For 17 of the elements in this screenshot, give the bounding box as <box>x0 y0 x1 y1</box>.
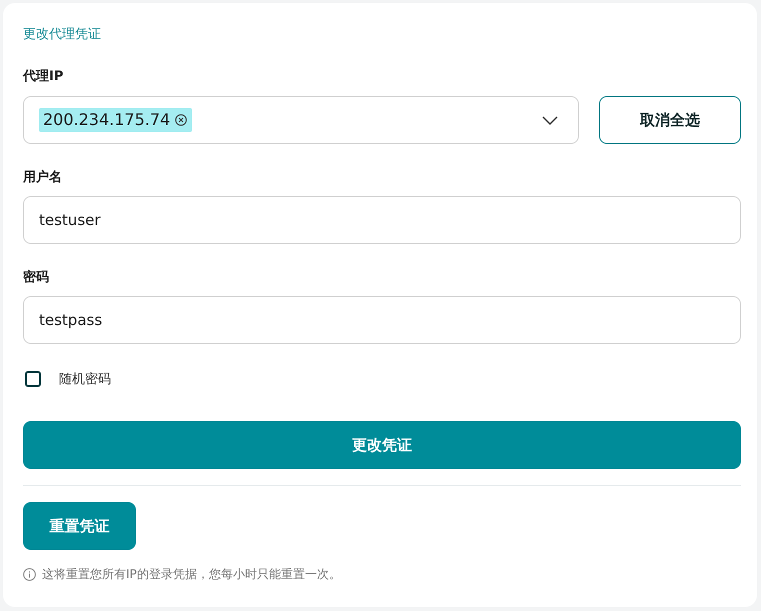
field-label: 密码 <box>23 269 49 287</box>
reset-credentials-button[interactable]: 重置凭证 <box>23 502 136 550</box>
checkbox-label[interactable]: 随机密码 <box>59 370 111 388</box>
proxy-ip-select[interactable]: 200.234.175.74 <box>23 96 579 144</box>
ip-tag[interactable]: 200.234.175.74 <box>39 108 192 132</box>
field-label: 代理IP <box>23 68 64 86</box>
checkbox[interactable] <box>25 371 41 387</box>
section-title: 更改代理凭证 <box>23 26 101 44</box>
remove-icon[interactable] <box>175 114 188 126</box>
password-field[interactable]: testpass <box>23 296 741 344</box>
deselect-all-button[interactable]: 取消全选 <box>599 96 741 144</box>
info-icon <box>23 568 36 580</box>
field-label: 用户名 <box>23 169 62 187</box>
info-note: 这将重置您所有IP的登录凭据，您每小时只能重置一次。 <box>42 566 341 582</box>
chevron-down-icon[interactable] <box>542 116 558 124</box>
username-field[interactable]: testuser <box>23 196 741 244</box>
change-credentials-button[interactable]: 更改凭证 <box>23 421 741 469</box>
